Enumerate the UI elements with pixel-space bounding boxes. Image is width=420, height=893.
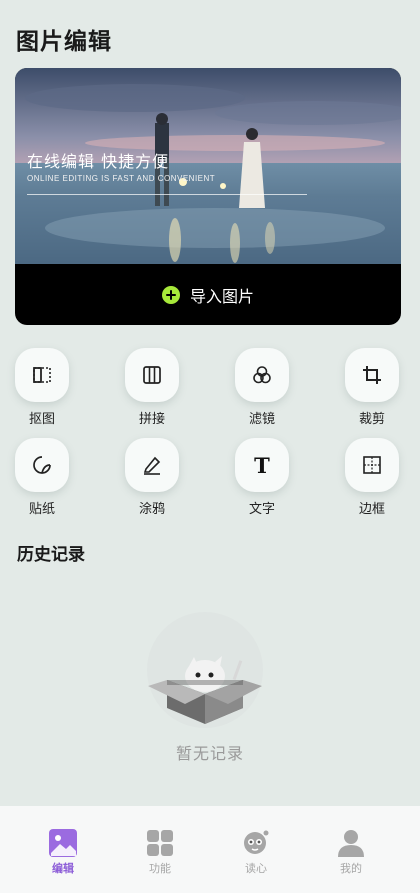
tool-sticker-label: 贴纸 <box>28 502 55 517</box>
tab-mine-label: 我的 <box>340 862 362 875</box>
tool-sticker[interactable]: 贴纸 <box>7 438 77 518</box>
tool-splice-label: 拼接 <box>138 412 165 427</box>
tool-text-button: T <box>235 438 289 492</box>
tool-filter[interactable]: 滤镜 <box>227 348 297 428</box>
hero-subheadline: ONLINE EDITING IS FAST AND CONVENIENT <box>27 174 216 183</box>
sticker-icon <box>33 456 51 474</box>
hero-banner[interactable]: 在线编辑 快捷方便 ONLINE EDITING IS FAST AND CON… <box>15 68 401 325</box>
tool-text-label: 文字 <box>248 502 275 517</box>
hero-headline: 在线编辑 快捷方便 <box>27 152 170 171</box>
tab-mine[interactable]: 我的 <box>321 828 381 876</box>
tool-cutout[interactable]: 抠图 <box>7 348 77 428</box>
frame-icon <box>363 456 381 474</box>
tool-frame-button <box>345 438 399 492</box>
filter-circles-icon <box>253 366 271 384</box>
tool-splice[interactable]: 拼接 <box>117 348 187 428</box>
tool-splice-button <box>125 348 179 402</box>
tool-doodle[interactable]: 涂鸦 <box>117 438 187 518</box>
tool-doodle-button <box>125 438 179 492</box>
user-profile-icon <box>338 830 364 857</box>
tool-cutout-label: 抠图 <box>28 412 55 427</box>
tab-edit[interactable]: 编辑 <box>33 828 93 876</box>
tool-crop-button <box>345 348 399 402</box>
page-title: 图片编辑 <box>16 29 112 55</box>
tool-crop[interactable]: 裁剪 <box>337 348 407 428</box>
import-image-label: 导入图片 <box>189 286 254 306</box>
plus-circle-icon <box>161 285 180 304</box>
crop-icon <box>363 366 381 384</box>
tool-text[interactable]: T 文字 <box>227 438 297 518</box>
tab-features-label: 功能 <box>149 862 171 875</box>
history-title: 历史记录 <box>17 545 85 565</box>
columns-icon <box>143 366 161 384</box>
mind-reading-icon <box>244 830 269 854</box>
tool-sticker-button <box>15 438 69 492</box>
tab-edit-label: 编辑 <box>52 862 74 875</box>
image-edit-icon <box>49 829 77 857</box>
grid-icon <box>147 830 173 856</box>
svg-text:T: T <box>254 454 270 476</box>
tool-filter-button <box>235 348 289 402</box>
empty-state-text: 暂无记录 <box>175 744 244 763</box>
tab-mind[interactable]: 读心 <box>226 828 286 876</box>
tab-mind-label: 读心 <box>245 862 267 875</box>
tool-frame[interactable]: 边框 <box>337 438 407 518</box>
tab-features[interactable]: 功能 <box>130 828 190 876</box>
text-icon: T <box>254 454 270 476</box>
tool-frame-label: 边框 <box>358 502 385 517</box>
tool-filter-label: 滤镜 <box>248 412 275 427</box>
tool-crop-label: 裁剪 <box>358 412 385 427</box>
empty-box-illustration <box>147 612 263 728</box>
cutout-icon <box>33 367 51 383</box>
bottom-tab-bar: 编辑 功能 读心 我的 <box>0 806 420 893</box>
pen-icon <box>143 456 161 475</box>
import-image-button[interactable]: 导入图片 <box>15 264 401 325</box>
tool-doodle-label: 涂鸦 <box>138 502 165 517</box>
tool-cutout-button <box>15 348 69 402</box>
